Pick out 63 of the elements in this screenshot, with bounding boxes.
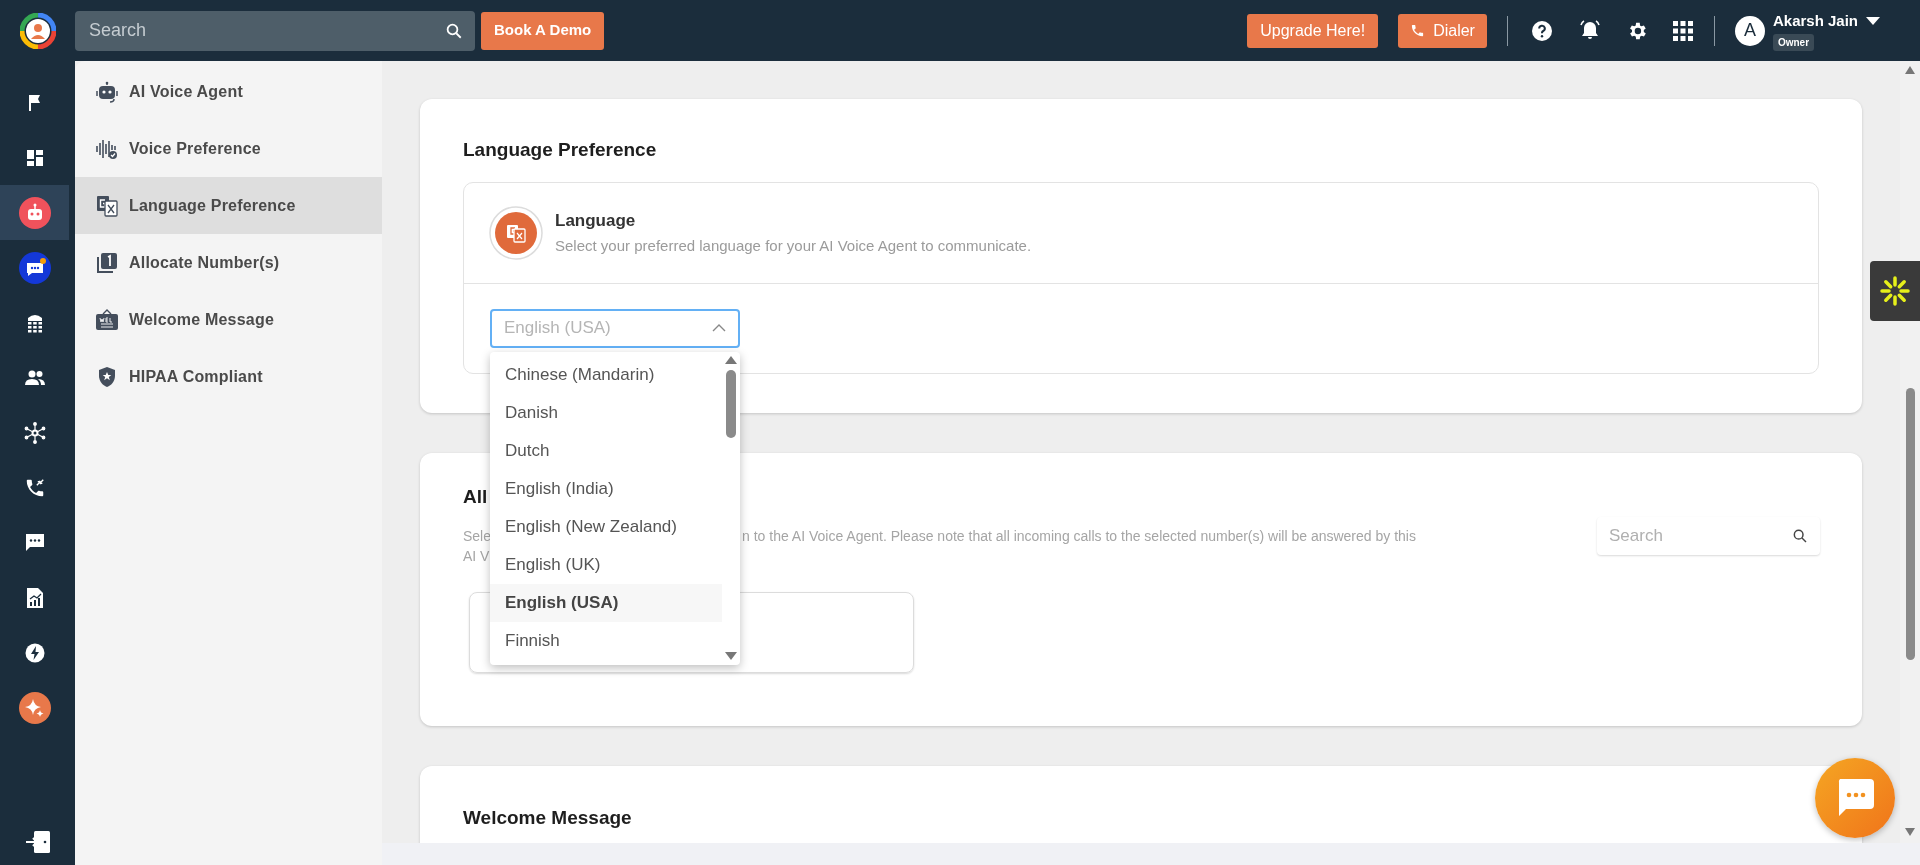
apps-grid-icon[interactable]: [1671, 19, 1694, 42]
contacts-icon: [23, 369, 46, 386]
dropdown-option[interactable]: Danish: [490, 393, 722, 432]
description-text: Sele: [463, 527, 492, 544]
dropdown-option[interactable]: Finnish: [490, 621, 722, 660]
dashboard-icon: [25, 148, 44, 167]
search-icon[interactable]: [445, 21, 463, 40]
section-title: Welcome Message: [463, 806, 633, 830]
dropdown-option[interactable]: English (India): [490, 469, 722, 508]
side-widget-tab[interactable]: [1870, 261, 1920, 321]
phone-icon: [1410, 23, 1426, 38]
help-icon[interactable]: [1529, 18, 1554, 43]
caret-icon[interactable]: [1866, 17, 1880, 25]
network-icon: [23, 421, 46, 444]
settings-nav-item[interactable]: Language Preference: [75, 177, 382, 234]
translate-icon: [489, 205, 543, 260]
report-icon: [25, 586, 44, 609]
scrollbar-thumb[interactable]: [1905, 388, 1915, 660]
scroll-down-icon[interactable]: [725, 651, 737, 660]
user-name[interactable]: Akarsh Jain: [1772, 9, 1858, 33]
settings-nav-item[interactable]: HIPAA Compliant: [75, 348, 382, 405]
asterisk-icon: [1879, 275, 1911, 307]
sparkle-icon: [18, 691, 51, 724]
shield-star-icon: [97, 365, 117, 388]
dropdown-option[interactable]: Dutch: [490, 431, 722, 470]
dropdown-option[interactable]: Chinese (Mandarin): [490, 355, 722, 394]
logo-icon[interactable]: [19, 12, 56, 49]
description-text: AI V: [463, 546, 490, 566]
search-icon[interactable]: [1792, 528, 1808, 544]
settings-nav-item[interactable]: Welcome Message: [75, 291, 382, 348]
scrollbar-thumb[interactable]: [726, 369, 736, 438]
dropdown-option[interactable]: English (UK): [490, 545, 722, 584]
exit-door-icon[interactable]: [24, 830, 51, 854]
dropdown-option[interactable]: English (USA): [490, 583, 722, 622]
scroll-down-icon[interactable]: [1905, 828, 1915, 836]
translate-icon: [96, 194, 118, 217]
section-title: All: [463, 485, 488, 509]
sound-wave-icon: [95, 137, 119, 160]
setting-label: Language: [555, 209, 637, 232]
bolt-icon: [24, 642, 45, 663]
dropdown-option[interactable]: English (New Zealand): [490, 507, 722, 546]
rail-item[interactable]: [0, 185, 69, 240]
role-badge: Owner: [1772, 34, 1815, 52]
robot-icon: [96, 80, 118, 103]
chat-launcher-button[interactable]: [1815, 758, 1895, 838]
robot-icon: [18, 196, 51, 229]
user-avatar[interactable]: A: [1734, 15, 1765, 46]
chevron-icon: [712, 324, 726, 332]
search-field[interactable]: Search: [1597, 517, 1820, 555]
scroll-up-icon[interactable]: [1905, 66, 1915, 74]
flag-icon: [26, 93, 43, 112]
description-text: n to the AI Voice Agent. Please note that all incoming calls to the selected number(s) will be answered by this: [742, 526, 1416, 546]
setting-description: Select your preferred language for your AI Voice Agent to communicate.: [555, 236, 1032, 256]
settings-nav-item[interactable]: AI Voice Agent: [75, 63, 382, 120]
message-icon: [24, 532, 45, 553]
section-title: Language Preference: [463, 138, 658, 162]
settings-nav-item[interactable]: Voice Preference: [75, 120, 382, 177]
chat-bubble-icon: [18, 251, 51, 284]
number-one-icon: [96, 251, 118, 274]
settings-nav-item[interactable]: Allocate Number(s): [75, 234, 382, 291]
welcome-sign-icon: [95, 308, 119, 331]
scroll-up-icon[interactable]: [725, 355, 737, 364]
search-field[interactable]: Search: [75, 10, 475, 51]
